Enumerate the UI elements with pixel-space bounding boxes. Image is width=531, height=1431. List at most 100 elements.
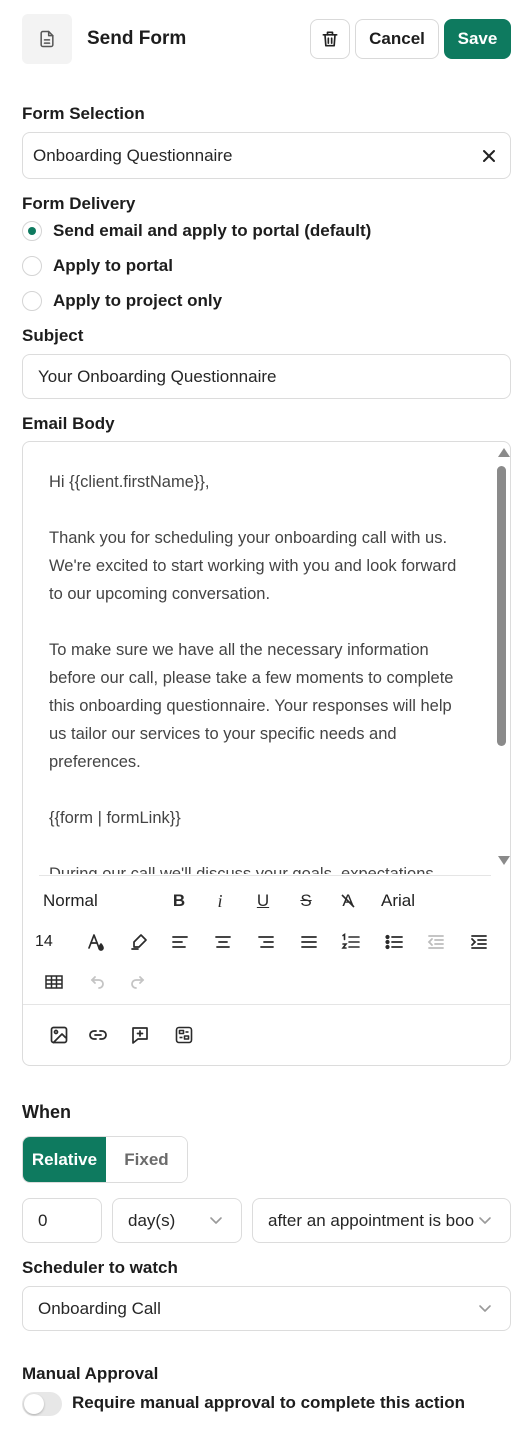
- email-body-editor: Hi {{client.firstName}}, Thank you for s…: [22, 441, 511, 1066]
- trash-icon: [322, 31, 338, 47]
- email-body-content[interactable]: Hi {{client.firstName}}, Thank you for s…: [49, 468, 469, 874]
- redo-icon: [131, 976, 145, 989]
- outdent-button[interactable]: [425, 931, 447, 953]
- ordered-list-button[interactable]: [340, 931, 362, 953]
- redo-button[interactable]: [128, 971, 150, 993]
- delivery-option-portal[interactable]: Apply to portal: [22, 256, 173, 276]
- manual-approval-label: Manual Approval: [22, 1364, 159, 1383]
- editor-scrollbar[interactable]: [494, 442, 510, 874]
- align-left-icon: [172, 936, 188, 948]
- scheduler-label: Scheduler to watch: [22, 1258, 178, 1277]
- save-button[interactable]: Save: [444, 19, 511, 59]
- bullet-list-button[interactable]: [383, 931, 405, 953]
- insert-link-button[interactable]: [87, 1024, 109, 1046]
- form-delivery-label: Form Delivery: [22, 194, 136, 213]
- page-title: Send Form: [87, 28, 187, 49]
- subject-input[interactable]: Your Onboarding Questionnaire: [22, 354, 511, 399]
- delivery-option-project[interactable]: Apply to project only: [22, 291, 222, 311]
- scheduler-value: Onboarding Call: [38, 1298, 161, 1318]
- trigger-value: after an appointment is booked: [268, 1210, 474, 1230]
- add-comment-icon: [132, 1027, 148, 1044]
- align-right-button[interactable]: [255, 931, 277, 953]
- align-center-icon: [215, 936, 231, 948]
- highlighter-icon: [131, 934, 147, 950]
- insert-form-button[interactable]: [173, 1024, 195, 1046]
- clear-icon[interactable]: [482, 149, 496, 163]
- radio-button[interactable]: [22, 256, 42, 276]
- delete-button[interactable]: [310, 19, 350, 59]
- chevron-down-icon: [210, 1216, 222, 1224]
- image-icon: [50, 1026, 68, 1044]
- text-style-select[interactable]: Normal: [43, 889, 98, 913]
- unit-value: day(s): [128, 1210, 176, 1230]
- unit-select[interactable]: day(s): [112, 1198, 242, 1243]
- indent-icon: [471, 935, 487, 949]
- subject-value: Your Onboarding Questionnaire: [38, 366, 277, 386]
- font-family-select[interactable]: Arial: [381, 889, 415, 913]
- clear-format-icon: [341, 894, 355, 908]
- table-icon: [45, 975, 63, 989]
- body-paragraph: To make sure we have all the necessary i…: [49, 641, 454, 771]
- when-mode-toggle: Relative Fixed: [22, 1136, 188, 1183]
- text-color-button[interactable]: [85, 931, 107, 953]
- email-body-textarea[interactable]: Hi {{client.firstName}}, Thank you for s…: [23, 442, 493, 874]
- clear-format-button[interactable]: A: [337, 889, 359, 913]
- cancel-button[interactable]: Cancel: [355, 19, 439, 59]
- body-paragraph: Hi {{client.firstName}},: [49, 473, 210, 491]
- when-label: When: [22, 1102, 71, 1122]
- body-paragraph: Thank you for scheduling your onboarding…: [49, 529, 457, 603]
- amount-value: 0: [38, 1210, 48, 1230]
- font-size-select[interactable]: 14: [35, 930, 53, 954]
- italic-button[interactable]: i: [209, 889, 231, 913]
- scroll-thumb[interactable]: [497, 466, 506, 746]
- toggle-knob: [24, 1394, 44, 1414]
- form-field-icon: [175, 1026, 193, 1044]
- table-button[interactable]: [43, 971, 65, 993]
- bold-button[interactable]: B: [168, 889, 190, 913]
- undo-button[interactable]: [85, 971, 107, 993]
- align-right-icon: [258, 936, 274, 948]
- radio-button[interactable]: [22, 291, 42, 311]
- insert-image-button[interactable]: [48, 1024, 70, 1046]
- outdent-icon: [427, 935, 444, 949]
- align-justify-button[interactable]: [298, 931, 320, 953]
- email-body-label: Email Body: [22, 414, 115, 433]
- indent-button[interactable]: [468, 931, 490, 953]
- body-paragraph: During our call we'll discuss your goals…: [49, 865, 434, 874]
- trigger-select[interactable]: after an appointment is booked: [252, 1198, 511, 1243]
- delivery-option-email-portal[interactable]: Send email and apply to portal (default): [22, 221, 371, 241]
- align-justify-icon: [301, 936, 317, 948]
- chevron-down-icon: [479, 1216, 491, 1224]
- scheduler-select[interactable]: Onboarding Call: [22, 1286, 511, 1331]
- align-left-button[interactable]: [169, 931, 191, 953]
- header: Send Form Cancel Save: [0, 0, 531, 80]
- document-icon: [40, 30, 54, 48]
- scroll-up-icon[interactable]: [498, 448, 510, 457]
- align-center-button[interactable]: [212, 931, 234, 953]
- body-paragraph: {{form | formLink}}: [49, 809, 181, 827]
- text-color-icon: [88, 934, 104, 951]
- bullet-list-icon: [385, 934, 403, 950]
- tab-relative[interactable]: Relative: [23, 1137, 106, 1182]
- radio-button[interactable]: [22, 221, 42, 241]
- radio-label: Apply to project only: [53, 291, 223, 310]
- highlight-button[interactable]: [128, 931, 150, 953]
- form-selection-input[interactable]: Onboarding Questionnaire: [22, 132, 511, 179]
- form-icon-tile: [22, 14, 72, 64]
- amount-input[interactable]: 0: [22, 1198, 102, 1243]
- link-icon: [89, 1030, 107, 1040]
- strikethrough-button[interactable]: S: [295, 889, 317, 913]
- tab-fixed[interactable]: Fixed: [105, 1137, 187, 1182]
- form-selection-label: Form Selection: [22, 104, 145, 123]
- manual-approval-toggle-label: Require manual approval to complete this…: [72, 1393, 465, 1412]
- insert-placeholder-button[interactable]: [129, 1024, 151, 1046]
- ordered-list-icon: [341, 933, 360, 949]
- radio-label: Apply to portal: [53, 256, 173, 275]
- scroll-down-icon[interactable]: [498, 856, 510, 865]
- radio-label: Send email and apply to portal (default): [53, 221, 372, 240]
- chevron-down-icon: [479, 1304, 491, 1312]
- underline-button[interactable]: U: [252, 889, 274, 913]
- undo-icon: [90, 976, 104, 989]
- subject-label: Subject: [22, 326, 84, 345]
- manual-approval-toggle[interactable]: [22, 1392, 62, 1416]
